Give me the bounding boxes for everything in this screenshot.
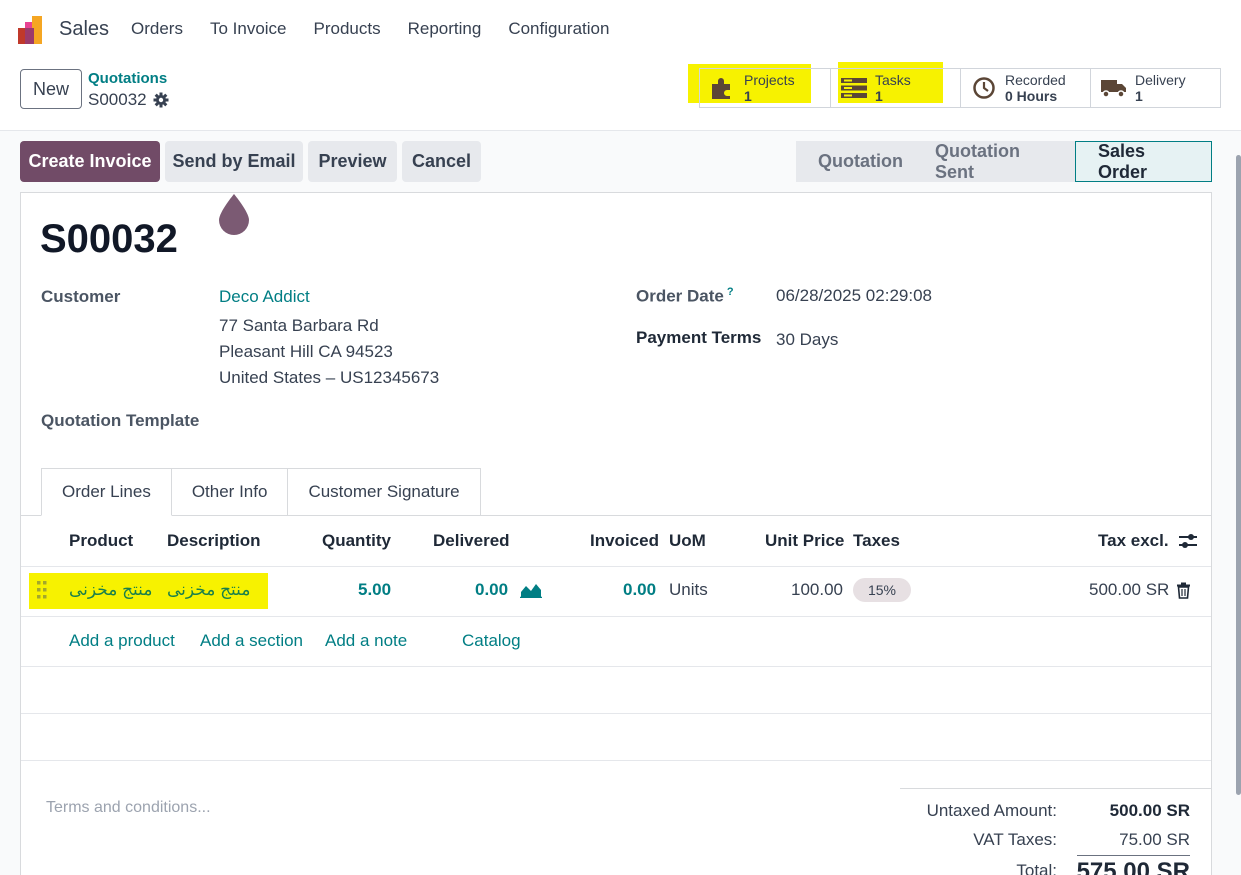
- add-product-link[interactable]: Add a product: [69, 631, 175, 651]
- tasks-icon: [839, 77, 869, 99]
- projects-smart-button[interactable]: Projects 1: [700, 69, 831, 107]
- row-unit-price[interactable]: 100.00: [791, 580, 843, 600]
- tasks-count: 1: [875, 88, 883, 104]
- customer-link[interactable]: Deco Addict: [219, 287, 310, 307]
- tax-badge[interactable]: 15%: [853, 578, 911, 602]
- send-by-email-button[interactable]: Send by Email: [165, 141, 303, 182]
- vat-value: 75.00 SR: [1119, 830, 1190, 849]
- col-uom[interactable]: UoM: [669, 531, 706, 551]
- create-invoice-button[interactable]: Create Invoice: [20, 141, 160, 182]
- menu-reporting[interactable]: Reporting: [408, 19, 482, 39]
- preview-button[interactable]: Preview: [308, 141, 397, 182]
- col-delivered[interactable]: Delivered: [433, 531, 510, 551]
- row-divider: [21, 616, 1211, 617]
- smart-buttons: Projects 1 Tasks 1 Recorded 0 Hours Deli…: [699, 68, 1221, 108]
- total-label: Total:: [1016, 861, 1057, 875]
- sales-app-icon[interactable]: [18, 16, 48, 44]
- add-section-link[interactable]: Add a section: [200, 631, 303, 651]
- row-product[interactable]: منتج مخزنى: [69, 580, 152, 600]
- breadcrumb-current: S00032: [88, 90, 169, 110]
- col-quantity[interactable]: Quantity: [322, 531, 391, 551]
- record-title: S00032: [40, 217, 178, 261]
- customer-label: Customer: [41, 287, 121, 306]
- tab-customer-signature[interactable]: Customer Signature: [287, 468, 481, 516]
- add-note-link[interactable]: Add a note: [325, 631, 407, 651]
- address-line3: United States – US12345673: [219, 368, 440, 387]
- help-tooltip-icon[interactable]: ?: [727, 286, 734, 298]
- recorded-label: Recorded: [1005, 72, 1066, 88]
- col-description[interactable]: Description: [167, 531, 261, 551]
- row-quantity[interactable]: 5.00: [358, 580, 391, 600]
- app-name[interactable]: Sales: [59, 18, 109, 41]
- row-description[interactable]: منتج مخزنى: [167, 580, 250, 600]
- col-taxes[interactable]: Taxes: [853, 531, 900, 551]
- order-date-label: Order Date?: [636, 286, 734, 306]
- stage-quotation-sent[interactable]: Quotation Sent: [913, 141, 1075, 182]
- delivery-smart-button[interactable]: Delivery 1: [1091, 69, 1220, 107]
- totals-divider: [900, 788, 1211, 789]
- page-scrollbar[interactable]: [1236, 155, 1241, 795]
- payment-terms-value[interactable]: 30 Days: [776, 330, 838, 350]
- payment-terms-label: Payment Terms: [636, 328, 762, 347]
- clock-icon: [969, 76, 999, 100]
- col-tax-excl[interactable]: Tax excl.: [1098, 531, 1169, 551]
- row-invoiced[interactable]: 0.00: [623, 580, 656, 600]
- terms-and-conditions-field[interactable]: Terms and conditions...: [46, 799, 211, 817]
- main-menu: Orders To Invoice Products Reporting Con…: [131, 19, 636, 39]
- puzzle-icon: [708, 76, 738, 100]
- row-divider-3: [21, 713, 1211, 714]
- tab-order-lines[interactable]: Order Lines: [41, 468, 172, 516]
- drag-handle-icon[interactable]: [36, 580, 48, 600]
- stage-sales-order[interactable]: Sales Order: [1075, 141, 1212, 182]
- cancel-button[interactable]: Cancel: [402, 141, 481, 182]
- forecast-chart-icon[interactable]: [520, 582, 542, 598]
- stage-quotation[interactable]: Quotation: [796, 141, 913, 182]
- row-divider-4: [21, 760, 1211, 761]
- row-tax-excl: 500.00 SR: [1089, 580, 1170, 599]
- row-uom[interactable]: Units: [669, 580, 708, 600]
- address-line2: Pleasant Hill CA 94523: [219, 342, 393, 361]
- order-date-value[interactable]: 06/28/2025 02:29:08: [776, 286, 932, 306]
- top-navbar: Sales Orders To Invoice Products Reporti…: [0, 0, 1241, 60]
- delivery-label: Delivery: [1135, 72, 1186, 88]
- new-button[interactable]: New: [20, 69, 82, 109]
- quotation-template-label: Quotation Template: [41, 411, 200, 430]
- col-invoiced[interactable]: Invoiced: [590, 531, 659, 551]
- projects-count: 1: [744, 88, 752, 104]
- menu-products[interactable]: Products: [314, 19, 381, 39]
- untaxed-value: 500.00 SR: [1109, 801, 1190, 820]
- breadcrumb-record-name: S00032: [88, 90, 147, 109]
- menu-to-invoice[interactable]: To Invoice: [210, 19, 287, 39]
- status-bar: Quotation Quotation Sent Sales Order: [796, 141, 1212, 182]
- col-product[interactable]: Product: [69, 531, 133, 551]
- gear-icon[interactable]: [153, 92, 169, 108]
- row-delivered[interactable]: 0.00: [475, 580, 508, 600]
- untaxed-label: Untaxed Amount:: [926, 801, 1057, 820]
- row-divider-2: [21, 666, 1211, 667]
- vat-label: VAT Taxes:: [973, 830, 1057, 849]
- catalog-link[interactable]: Catalog: [462, 631, 521, 651]
- tasks-smart-button[interactable]: Tasks 1: [831, 69, 961, 107]
- breadcrumb-quotations[interactable]: Quotations: [88, 70, 167, 87]
- header-row-divider: [21, 566, 1211, 567]
- truck-icon: [1099, 77, 1129, 99]
- tasks-label: Tasks: [875, 72, 911, 88]
- recorded-value: 0 Hours: [1005, 88, 1058, 104]
- menu-orders[interactable]: Orders: [131, 19, 183, 39]
- projects-label: Projects: [744, 72, 795, 88]
- col-unit-price[interactable]: Unit Price: [765, 531, 844, 551]
- tab-other-info[interactable]: Other Info: [170, 468, 289, 516]
- delivery-count: 1: [1135, 88, 1143, 104]
- notebook-tabs: Order Lines Other Info Customer Signatur…: [41, 468, 481, 516]
- cursor-drop-icon: [219, 194, 249, 235]
- menu-configuration[interactable]: Configuration: [508, 19, 609, 39]
- optional-columns-icon[interactable]: [1178, 532, 1198, 550]
- trash-icon[interactable]: [1176, 582, 1191, 599]
- address-line1: 77 Santa Barbara Rd: [219, 316, 379, 335]
- total-value: 575.00 SR: [1076, 855, 1190, 875]
- recorded-smart-button[interactable]: Recorded 0 Hours: [961, 69, 1091, 107]
